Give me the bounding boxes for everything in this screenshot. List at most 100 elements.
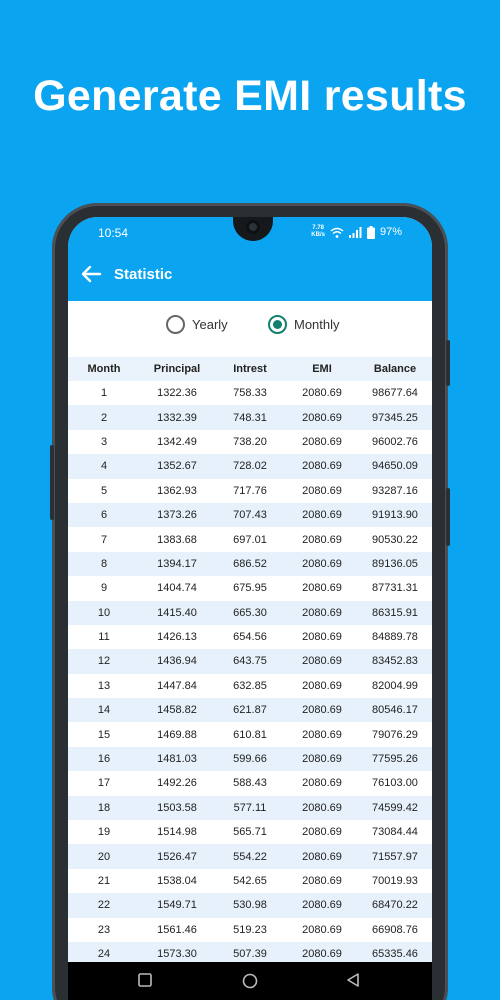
- cell-month: 4: [68, 454, 140, 479]
- cell-month: 13: [97, 679, 111, 692]
- cell-interest: 542.65: [233, 875, 267, 887]
- table-row: 3 1342.49 738.20 2080.69 96002.76: [68, 430, 432, 454]
- cell-principal: 1362.93: [157, 484, 197, 497]
- table-row: 8 1394.17 686.52 2080.69 89136.05: [68, 551, 432, 577]
- cell-interest: 665.30: [214, 600, 286, 625]
- table-row: 6 1373.26 707.43 2080.69 91913.90: [68, 502, 432, 528]
- cell-balance: 82004.99: [372, 679, 418, 692]
- radio-monthly[interactable]: Monthly: [268, 315, 340, 334]
- cell-month: 7: [100, 533, 108, 546]
- cell-balance: 71557.97: [358, 844, 432, 869]
- circle-icon[interactable]: [242, 973, 258, 989]
- status-icons: 7.78 KB/s 97%: [311, 225, 402, 239]
- cell-principal: 1492.26: [157, 777, 197, 790]
- radio-yearly[interactable]: Yearly: [166, 315, 228, 334]
- table-row: 12 1436.94 643.75 2080.69 83452.83: [68, 649, 432, 674]
- cell-emi: 2080.69: [302, 923, 342, 936]
- table-row: 17 1492.26 588.43 2080.69 76103.00: [68, 771, 432, 795]
- cell-interest: 675.95: [233, 582, 267, 595]
- cell-principal: 1322.36: [157, 387, 197, 400]
- phone-volume-button: [50, 445, 54, 520]
- period-toggle: Yearly Monthly: [68, 301, 432, 353]
- table-row: 20 1526.47 554.22 2080.69 71557.97: [68, 844, 432, 869]
- cell-month: 18: [68, 795, 140, 821]
- cell-principal: 1447.84: [157, 679, 197, 692]
- cell-interest: 728.02: [214, 454, 286, 479]
- table-row: 18 1503.58 577.11 2080.69 74599.42: [68, 795, 432, 821]
- cell-month: 22: [68, 893, 140, 918]
- table-header-row: Month Principal Intrest EMI Balance: [68, 357, 432, 381]
- cell-principal: 1352.67: [140, 454, 214, 479]
- cell-emi: 2080.69: [302, 582, 342, 595]
- radio-monthly-circle[interactable]: [268, 315, 287, 334]
- cell-interest: 686.52: [214, 551, 286, 577]
- table-row: 2 1332.39 748.31 2080.69 97345.25: [68, 405, 432, 430]
- cell-month: 11: [98, 631, 110, 644]
- front-camera: [246, 220, 260, 234]
- cell-month: 5: [100, 484, 108, 497]
- phone-power-button: [446, 340, 450, 386]
- cell-month: 17: [97, 777, 111, 790]
- triangle-back-icon[interactable]: [346, 973, 360, 987]
- cell-principal: 1373.26: [140, 502, 214, 528]
- cell-month: 2: [68, 405, 140, 430]
- cell-emi: 2080.69: [302, 875, 342, 887]
- header-interest: Intrest: [214, 357, 286, 381]
- cell-interest: 717.76: [233, 484, 267, 497]
- cell-balance: 77595.26: [358, 746, 432, 772]
- cell-month: 19: [97, 826, 111, 839]
- table-row: 13 1447.84 632.85 2080.69 82004.99: [68, 674, 432, 698]
- page-title: Statistic: [114, 266, 173, 283]
- cell-balance: 84889.78: [372, 631, 418, 644]
- table-row: 10 1415.40 665.30 2080.69 86315.91: [68, 600, 432, 625]
- header-month: Month: [68, 357, 140, 381]
- cell-interest: 643.75: [214, 649, 286, 674]
- cell-interest: 707.43: [214, 502, 286, 528]
- cell-emi: 2080.69: [302, 435, 342, 448]
- table-row: 14 1458.82 621.87 2080.69 80546.17: [68, 698, 432, 723]
- cell-emi: 2080.69: [286, 698, 358, 723]
- table-row: 16 1481.03 599.66 2080.69 77595.26: [68, 746, 432, 772]
- cell-emi: 2080.69: [302, 631, 342, 644]
- camera-notch: [233, 217, 273, 241]
- table-row: 23 1561.46 519.23 2080.69 66908.76: [68, 918, 432, 942]
- cell-interest: 748.31: [214, 405, 286, 430]
- cell-balance: 74599.42: [358, 795, 432, 821]
- status-bar: 10:54 7.78 KB/s 97%: [68, 217, 432, 249]
- cell-principal: 1458.82: [140, 698, 214, 723]
- square-icon[interactable]: [138, 973, 152, 987]
- cell-interest: 632.85: [233, 679, 267, 692]
- arrow-left-icon[interactable]: [80, 263, 102, 285]
- cell-principal: 1383.68: [157, 533, 197, 546]
- cell-balance: 87731.31: [372, 582, 418, 595]
- cell-principal: 1426.13: [157, 631, 197, 644]
- radio-yearly-circle[interactable]: [166, 315, 185, 334]
- battery-icon: [366, 225, 375, 239]
- cell-month: 6: [68, 502, 140, 528]
- cell-emi: 2080.69: [302, 777, 342, 790]
- cell-principal: 1481.03: [140, 746, 214, 772]
- cell-principal: 1394.17: [140, 551, 214, 577]
- battery-percent: 97%: [379, 226, 402, 238]
- cell-emi: 2080.69: [286, 893, 358, 918]
- cell-principal: 1332.39: [140, 405, 214, 430]
- cell-balance: 76103.00: [372, 777, 418, 790]
- cell-balance: 91913.90: [358, 502, 432, 528]
- cell-interest: 577.11: [214, 795, 286, 821]
- cell-principal: 1561.46: [157, 923, 197, 936]
- cell-balance: 80546.17: [358, 698, 432, 723]
- cell-balance: 96002.76: [372, 435, 418, 448]
- cell-interest: 610.81: [233, 728, 267, 741]
- cell-balance: 94650.09: [358, 454, 432, 479]
- cell-balance: 98677.64: [372, 387, 418, 400]
- table-row: 4 1352.67 728.02 2080.69 94650.09: [68, 454, 432, 479]
- system-nav-bar: [68, 962, 432, 1000]
- network-speed: 7.78 KB/s: [311, 225, 325, 238]
- amortization-table: Month Principal Intrest EMI Balance 1 132…: [68, 357, 432, 967]
- cell-emi: 2080.69: [286, 649, 358, 674]
- cell-balance: 73084.44: [372, 826, 418, 839]
- cell-interest: 599.66: [214, 746, 286, 772]
- cell-emi: 2080.69: [286, 795, 358, 821]
- cell-balance: 90530.22: [372, 533, 418, 546]
- cell-emi: 2080.69: [302, 679, 342, 692]
